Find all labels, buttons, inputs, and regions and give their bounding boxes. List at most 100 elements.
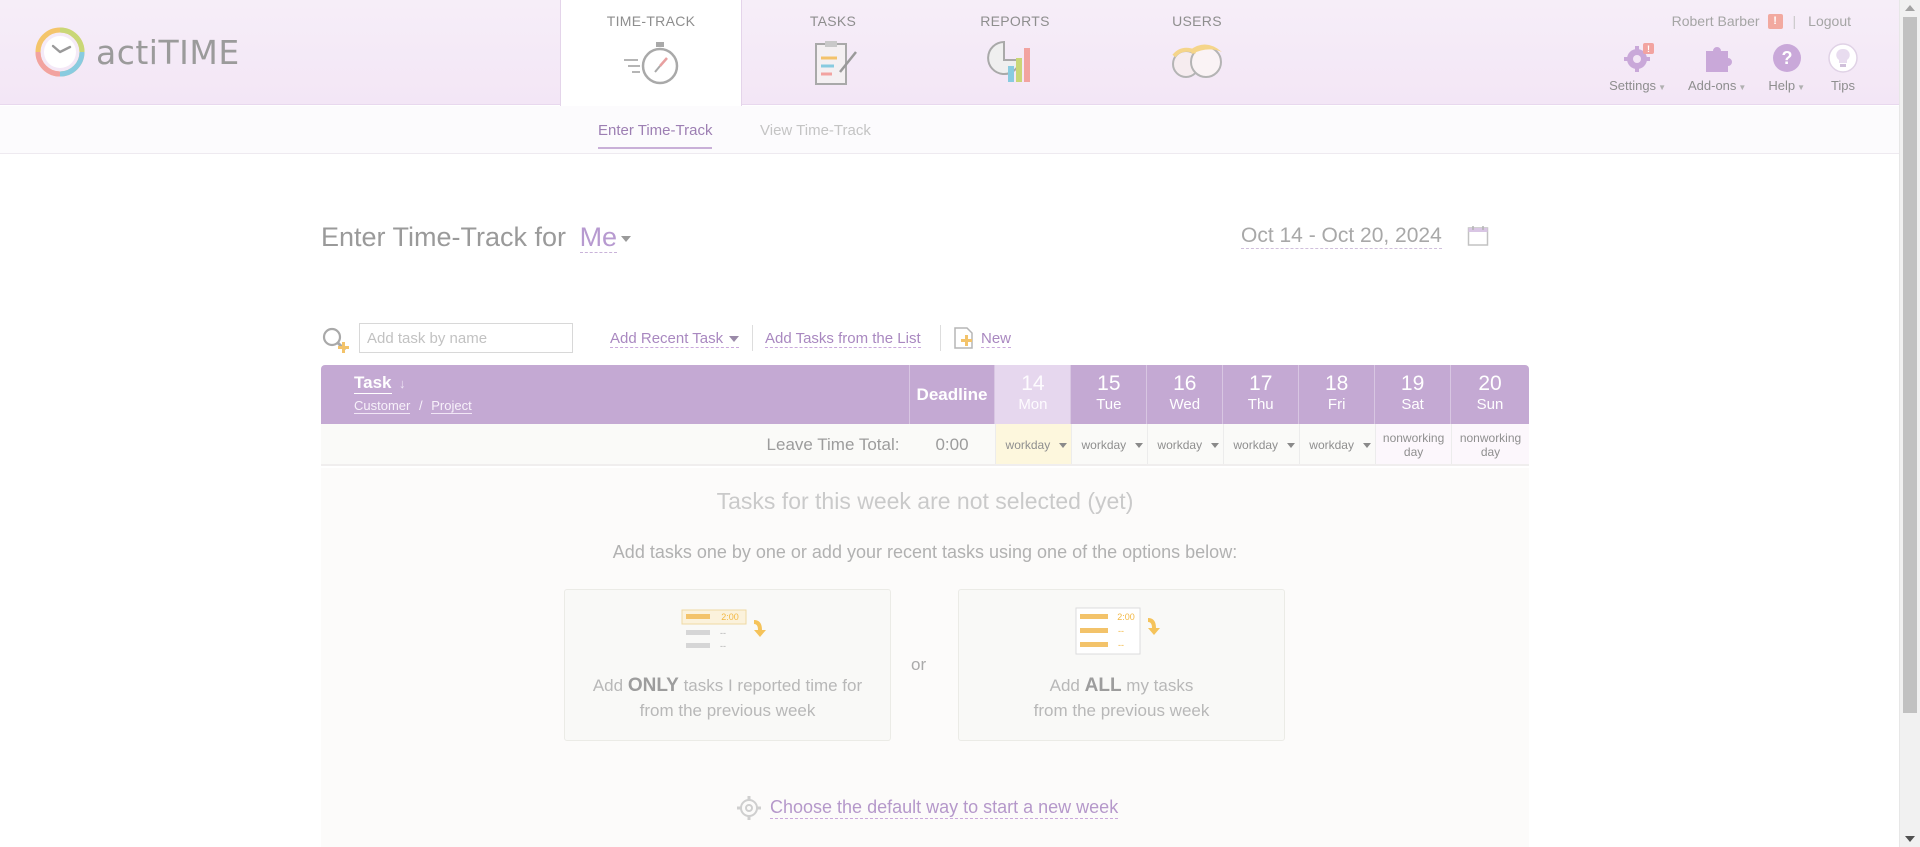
day-name: Tue <box>1096 396 1122 413</box>
tab-tasks[interactable]: TASKS <box>742 0 924 105</box>
toolbar-divider <box>752 325 753 351</box>
chevron-down-icon <box>729 336 740 343</box>
warning-icon[interactable]: ! <box>1767 13 1783 29</box>
task-column-header: Task ↓ Customer / Project <box>321 365 910 424</box>
timesheet-header: Task ↓ Customer / Project Deadline 14 Mo… <box>321 365 1529 424</box>
leave-time-row: Leave Time Total: 0:00 workday workday w… <box>321 424 1529 466</box>
sort-by-project[interactable]: Project <box>431 398 472 414</box>
new-task-icon[interactable] <box>953 326 975 350</box>
sort-by-customer[interactable]: Customer <box>354 398 411 414</box>
day-header-thu: 17 Thu <box>1223 365 1300 424</box>
default-week-start-link[interactable]: Choose the default way to start a new we… <box>736 795 1119 821</box>
card-text-pre: Add <box>1049 676 1085 695</box>
day-type-sun: nonworking day <box>1451 424 1529 464</box>
chart-icon <box>987 40 1030 82</box>
tab-users[interactable]: USERS <box>1106 0 1288 105</box>
sort-by-task[interactable]: Task <box>354 373 392 394</box>
clipboard-icon <box>815 41 857 85</box>
card-art-dash: -- <box>1118 626 1124 636</box>
day-name: Mon <box>1018 396 1048 413</box>
day-number: 20 <box>1478 372 1502 395</box>
slash: / <box>418 398 423 413</box>
toolbar-divider <box>940 325 941 351</box>
add-recent-task-label: Add Recent Task <box>610 330 724 347</box>
help-label: Help <box>1768 78 1796 93</box>
calendar-icon[interactable] <box>1467 225 1489 247</box>
tools-bar: ! Settings ▼ Add-ons ▼ ? Help ▼ Tips <box>1587 42 1859 93</box>
day-number: 18 <box>1324 372 1349 395</box>
subtab-enter-time-track[interactable]: Enter Time-Track <box>598 122 713 149</box>
user-selector[interactable]: Me <box>579 222 618 253</box>
logo[interactable]: actiTIME <box>34 26 240 78</box>
day-name: Wed <box>1169 396 1201 413</box>
page-title-text: Enter Time-Track for <box>321 222 567 252</box>
add-recent-task-button[interactable]: Add Recent Task <box>610 330 740 348</box>
empty-subtitle: Add tasks one by one or add your recent … <box>612 542 1238 562</box>
lightbulb-icon <box>1828 43 1858 73</box>
logout-link[interactable]: Logout <box>1808 13 1851 29</box>
logo-text: actiTIME <box>96 32 240 72</box>
day-type-select-mon[interactable]: workday <box>995 424 1072 464</box>
tab-label: USERS <box>1172 13 1222 29</box>
tab-time-track[interactable]: TIME-TRACK <box>560 0 742 106</box>
page-title: Enter Time-Track for Me <box>321 222 632 253</box>
user-name[interactable]: Robert Barber <box>1672 13 1760 29</box>
add-only-reported-tasks-card[interactable]: 2:00 -- -- Add ONLY tasks I reported tim… <box>564 589 891 741</box>
addons-label: Add-ons <box>1687 78 1737 93</box>
tab-label: REPORTS <box>980 13 1050 29</box>
scroll-thumb[interactable] <box>1903 17 1917 713</box>
date-range-picker[interactable]: Oct 14 - Oct 20, 2024 <box>1241 224 1442 249</box>
scroll-down-arrow-icon[interactable] <box>1905 836 1915 842</box>
chevron-down-icon[interactable] <box>621 235 632 242</box>
tips-button[interactable]: Tips <box>1827 42 1859 93</box>
tips-label: Tips <box>1830 78 1856 93</box>
card-text: Add ALL my tasks from the previous week <box>959 673 1284 723</box>
card-text-line2: from the previous week <box>639 701 816 720</box>
day-number: 17 <box>1249 372 1273 395</box>
sort-arrow-icon: ↓ <box>399 376 406 391</box>
task-toolbar: Add Recent Task Add Tasks from the List … <box>321 322 1531 356</box>
day-name: Fri <box>1327 396 1346 413</box>
day-number: 16 <box>1173 372 1197 395</box>
or-label: or <box>911 655 927 674</box>
add-task-input[interactable] <box>359 323 573 353</box>
user-links: Robert Barber ! | Logout <box>1672 13 1851 29</box>
day-header-sat: 19 Sat <box>1375 365 1452 424</box>
tab-label: TIME-TRACK <box>606 13 696 29</box>
day-header-tue: 15 Tue <box>1071 365 1148 424</box>
add-all-tasks-card[interactable]: 2:00 -- -- Add ALL my tasks from the pre… <box>958 589 1285 741</box>
help-icon: ? <box>1772 44 1801 72</box>
card-art-dash: -- <box>720 641 726 651</box>
addons-button[interactable]: Add-ons ▼ <box>1688 42 1746 93</box>
leave-time-label: Leave Time Total: <box>766 435 900 454</box>
card-text-line2: from the previous week <box>1033 701 1210 720</box>
day-header-mon: 14 Mon <box>995 365 1072 424</box>
card-text-post: my tasks <box>1121 676 1194 695</box>
help-button[interactable]: ? Help ▼ <box>1768 42 1805 93</box>
card-text: Add ONLY tasks I reported time for from … <box>565 673 890 723</box>
new-task-button[interactable]: New <box>981 330 1012 348</box>
card-text-pre: Add <box>592 676 628 695</box>
vertical-scrollbar[interactable] <box>1899 0 1920 847</box>
day-name: Sun <box>1476 396 1504 413</box>
day-header-wed: 16 Wed <box>1147 365 1224 424</box>
day-type-select-tue[interactable]: workday <box>1071 424 1147 464</box>
subtab-view-time-track[interactable]: View Time-Track <box>760 122 871 139</box>
empty-state: Tasks for this week are not selected (ye… <box>321 468 1529 847</box>
scroll-up-arrow-icon[interactable] <box>1905 5 1915 11</box>
day-type-select-fri[interactable]: workday <box>1299 424 1375 464</box>
day-number: 14 <box>1021 372 1045 395</box>
settings-label: Settings <box>1609 78 1657 93</box>
day-type-select-wed[interactable]: workday <box>1147 424 1223 464</box>
main-nav: TIME-TRACK TASKS REPORTS USERS <box>560 0 1288 106</box>
clock-logo-icon <box>35 27 85 77</box>
card-art-value: 2:00 <box>1117 612 1135 622</box>
day-type-select-thu[interactable]: workday <box>1223 424 1299 464</box>
search-add-icon[interactable] <box>321 326 351 356</box>
gear-icon <box>737 796 761 820</box>
users-icon <box>1172 44 1222 78</box>
settings-button[interactable]: ! Settings ▼ <box>1609 42 1666 93</box>
tab-reports[interactable]: REPORTS <box>924 0 1106 105</box>
add-tasks-from-list-button[interactable]: Add Tasks from the List <box>765 330 921 348</box>
gear-icon: ! <box>1623 43 1654 72</box>
